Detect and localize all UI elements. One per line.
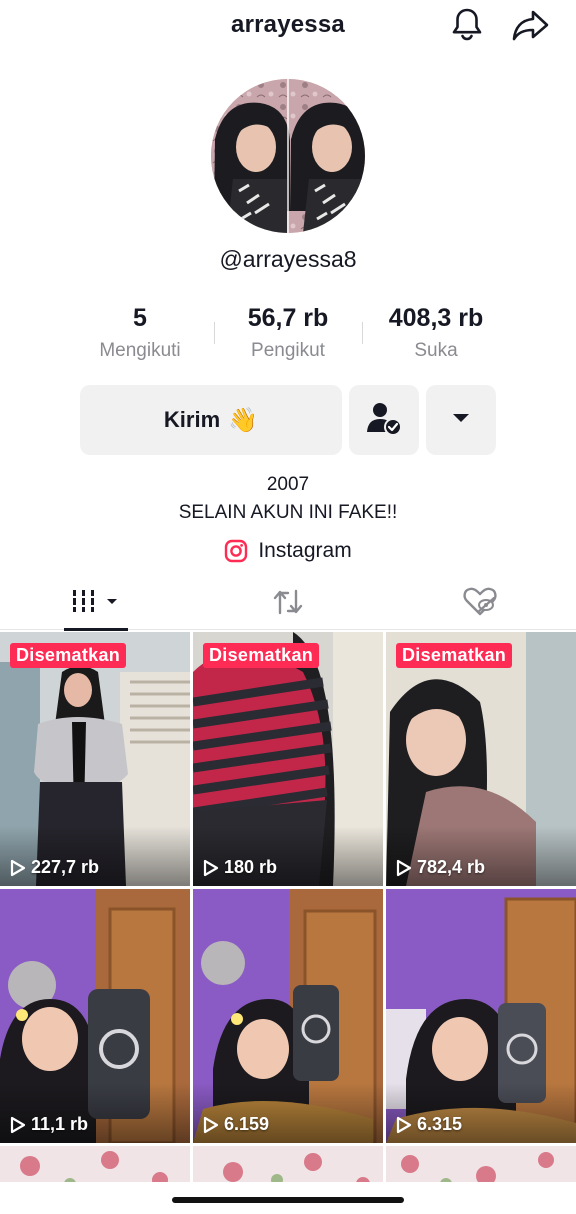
following-status-button[interactable] <box>349 385 419 455</box>
repost-icon <box>271 585 305 624</box>
view-count: 227,7 rb <box>10 857 99 878</box>
tab-reposts[interactable] <box>192 578 384 630</box>
liked-hidden-icon <box>462 586 498 623</box>
stat-followers[interactable]: 56,7 rb Pengikut <box>213 300 363 362</box>
pinned-badge: Disematkan <box>10 643 127 668</box>
bio-line: SELAIN AKUN INI FAKE!! <box>178 502 398 523</box>
play-icon <box>203 1116 219 1133</box>
header-username: arrayessa <box>231 11 345 38</box>
video-thumbnail[interactable]: Disematkan 180 rb <box>193 632 383 886</box>
share-icon[interactable] <box>511 6 551 44</box>
profile-handle: @arrayessa8 <box>219 246 357 272</box>
view-count-label: 6.315 <box>417 1114 463 1134</box>
stat-following-label: Mengikuti <box>99 340 181 361</box>
bio-line: 2007 <box>266 474 310 495</box>
video-thumbnail[interactable]: 6.315 <box>386 889 576 1143</box>
play-icon <box>10 859 26 876</box>
caret-down-icon <box>452 411 470 429</box>
send-message-button[interactable]: Kirim 👋 <box>80 385 342 455</box>
content-tabs <box>0 578 576 631</box>
tab-liked[interactable] <box>384 578 576 630</box>
instagram-link[interactable]: Instagram <box>0 539 576 563</box>
send-button-label: Kirim <box>163 407 221 432</box>
profile-header: arrayessa <box>0 0 576 52</box>
profile-avatar[interactable] <box>211 79 365 233</box>
user-check-icon <box>365 399 403 442</box>
stat-following-value: 5 <box>133 304 147 332</box>
stat-following[interactable]: 5 Mengikuti <box>65 300 215 362</box>
view-count-label: 227,7 rb <box>31 857 100 877</box>
waving-hand-icon: 👋 <box>228 406 259 434</box>
view-count: 782,4 rb <box>396 857 485 878</box>
video-thumbnail[interactable]: Disematkan 227,7 rb <box>0 632 190 886</box>
stat-followers-label: Pengikut <box>251 340 325 361</box>
view-count-label: 180 rb <box>224 857 278 877</box>
video-thumbnail[interactable]: 11,1 rb <box>0 889 190 1143</box>
pinned-badge: Disematkan <box>396 643 513 668</box>
stat-likes[interactable]: 408,3 rb Suka <box>361 300 511 362</box>
video-thumbnail[interactable]: 6.159 <box>193 889 383 1143</box>
view-count: 180 rb <box>203 857 277 878</box>
home-indicator[interactable] <box>172 1197 404 1203</box>
view-count-label: 11,1 rb <box>31 1114 89 1134</box>
view-count: 11,1 rb <box>10 1114 88 1135</box>
play-icon <box>203 859 219 876</box>
stat-likes-label: Suka <box>414 340 458 361</box>
view-count: 6.315 <box>396 1114 462 1135</box>
tab-videos[interactable] <box>0 578 192 631</box>
play-icon <box>10 1116 26 1133</box>
view-count: 6.159 <box>203 1114 269 1135</box>
instagram-link-label: Instagram <box>258 539 352 562</box>
video-thumbnail[interactable]: Disematkan 782,4 rb <box>386 632 576 886</box>
profile-stats: 5 Mengikuti 56,7 rb Pengikut 408,3 rb Su… <box>0 300 576 372</box>
profile-bio: 2007 SELAIN AKUN INI FAKE!! <box>0 471 576 527</box>
play-icon <box>396 1116 412 1133</box>
instagram-icon <box>225 539 248 563</box>
videos-grid-icon <box>71 588 121 621</box>
bell-icon[interactable] <box>449 6 485 42</box>
profile-actions: Kirim 👋 <box>0 385 576 455</box>
stat-followers-value: 56,7 rb <box>247 304 329 332</box>
view-count-label: 6.159 <box>224 1114 270 1134</box>
view-count-label: 782,4 rb <box>417 857 486 877</box>
pinned-badge: Disematkan <box>203 643 320 668</box>
suggestions-dropdown-button[interactable] <box>426 385 496 455</box>
stat-likes-value: 408,3 rb <box>388 304 484 332</box>
play-icon <box>396 859 412 876</box>
